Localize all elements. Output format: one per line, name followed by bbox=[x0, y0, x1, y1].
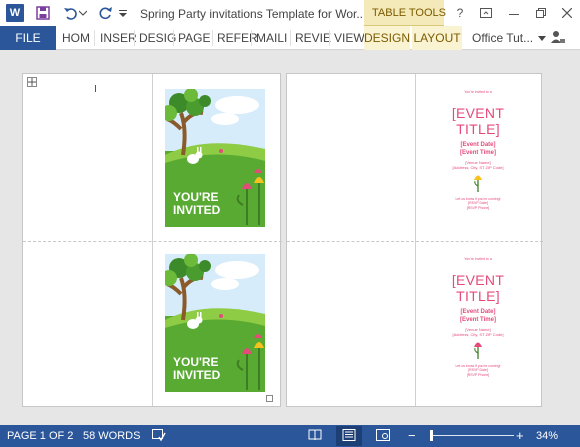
document-title: Spring Party invitations Template for Wo… bbox=[140, 7, 367, 21]
save-icon[interactable] bbox=[35, 5, 51, 21]
tab-insert[interactable]: INSER bbox=[100, 26, 137, 50]
tab-table-design[interactable]: DESIGN bbox=[364, 26, 410, 50]
tab-mailings[interactable]: MAILI bbox=[256, 26, 287, 50]
file-tab[interactable]: FILE bbox=[0, 26, 56, 50]
invitation-details-copy[interactable]: You're invited to a [EVENT TITLE] [Event… bbox=[423, 257, 533, 377]
ribbon-display-options-icon[interactable] bbox=[477, 4, 495, 22]
event-title-line1: [EVENT bbox=[451, 271, 505, 288]
web-layout-icon[interactable] bbox=[376, 429, 390, 444]
close-icon[interactable] bbox=[558, 4, 576, 22]
status-bar: PAGE 1 OF 2 58 WORDS − + 34% bbox=[0, 425, 580, 447]
zoom-out-icon[interactable]: − bbox=[408, 428, 416, 443]
restore-icon[interactable] bbox=[532, 4, 550, 22]
word-count[interactable]: 58 WORDS bbox=[83, 430, 140, 442]
cover-invited-text-copy: YOU'RE INVITED bbox=[173, 355, 221, 382]
ribbon-tab-bar: FILE HOM INSER DESIG PAGE REFER MAILI RE… bbox=[0, 26, 580, 50]
rsvp-phone: [RSVP Phone] bbox=[466, 205, 490, 210]
event-time: [Event Time] bbox=[460, 149, 496, 156]
text-cursor bbox=[95, 85, 96, 92]
title-bar: W Spring Party invitations Template for … bbox=[0, 0, 580, 26]
page-count[interactable]: PAGE 1 OF 2 bbox=[7, 430, 73, 442]
undo-icon[interactable] bbox=[62, 5, 78, 21]
event-title-line2: TITLE] bbox=[456, 120, 500, 137]
tulip-icon bbox=[474, 175, 482, 192]
zoom-slider[interactable] bbox=[431, 435, 514, 436]
event-title-line1: [EVENT bbox=[451, 104, 505, 121]
table-move-handle-icon[interactable] bbox=[27, 77, 37, 87]
tab-review[interactable]: REVIE bbox=[295, 26, 331, 50]
tab-page-layout[interactable]: PAGE bbox=[178, 26, 210, 50]
invitation-details[interactable]: You're invited to a [EVENT TITLE] [Event… bbox=[423, 90, 533, 210]
proofing-icon[interactable] bbox=[152, 429, 166, 445]
event-title-line2: TITLE] bbox=[456, 287, 500, 304]
zoom-in-icon[interactable]: + bbox=[516, 428, 524, 443]
word-app-icon[interactable]: W bbox=[6, 4, 24, 22]
zoom-slider-thumb[interactable] bbox=[430, 430, 433, 441]
read-mode-icon[interactable] bbox=[308, 429, 322, 444]
tulip-icon bbox=[474, 342, 482, 359]
tab-home[interactable]: HOM bbox=[62, 26, 90, 50]
cover-invited-text: YOU'RE INVITED bbox=[173, 190, 221, 217]
table-resize-handle-icon[interactable] bbox=[266, 395, 273, 402]
document-area[interactable]: YOU'RE INVITED YOU'RE INVITED You're inv… bbox=[0, 51, 580, 425]
print-layout-icon[interactable] bbox=[342, 429, 356, 444]
zoom-level[interactable]: 34% bbox=[536, 430, 558, 442]
account-name[interactable]: Office Tut... bbox=[472, 31, 533, 45]
cover-illustration-copy: YOU'RE INVITED bbox=[165, 254, 265, 392]
help-button[interactable]: ? bbox=[451, 4, 469, 22]
table-tools-label: TABLE TOOLS bbox=[372, 7, 446, 19]
page-1[interactable]: YOU'RE INVITED YOU'RE INVITED bbox=[22, 73, 282, 407]
minimize-icon[interactable] bbox=[505, 4, 523, 22]
redo-icon[interactable] bbox=[98, 5, 114, 21]
event-date: [Event Date] bbox=[460, 141, 496, 148]
event-date: [Event Date] bbox=[460, 308, 496, 315]
page-2[interactable]: You're invited to a [EVENT TITLE] [Event… bbox=[286, 73, 543, 407]
tab-table-layout[interactable]: LAYOUT bbox=[412, 26, 462, 50]
account-dropdown-icon[interactable] bbox=[534, 31, 550, 47]
cover-illustration: YOU'RE INVITED bbox=[165, 89, 265, 227]
event-time: [Event Time] bbox=[460, 316, 496, 323]
customize-qat-icon[interactable] bbox=[118, 5, 128, 21]
undo-dropdown-icon[interactable] bbox=[78, 5, 88, 21]
user-avatar-icon[interactable] bbox=[550, 29, 566, 45]
tab-view[interactable]: VIEW bbox=[334, 26, 365, 50]
rsvp-phone: [RSVP Phone] bbox=[466, 372, 490, 377]
tab-design[interactable]: DESIG bbox=[139, 26, 176, 50]
